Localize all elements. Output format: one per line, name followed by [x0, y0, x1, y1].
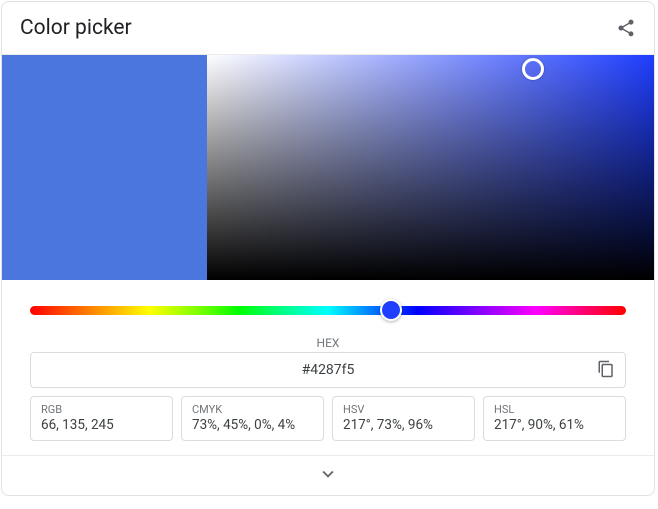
- hsl-label: HSL: [494, 403, 615, 416]
- hsl-input[interactable]: HSL 217°, 90%, 61%: [483, 396, 626, 441]
- hsv-input[interactable]: HSV 217°, 73%, 96%: [332, 396, 475, 441]
- sv-cursor[interactable]: [522, 58, 544, 80]
- picker-area: [2, 55, 654, 280]
- share-icon[interactable]: [616, 18, 636, 38]
- hue-track: [30, 306, 626, 315]
- cmyk-input[interactable]: CMYK 73%, 45%, 0%, 4%: [181, 396, 324, 441]
- black-gradient: [207, 55, 654, 280]
- hex-row: HEX #4287f5: [30, 336, 626, 388]
- header: Color picker: [2, 2, 654, 55]
- hex-label: HEX: [30, 336, 626, 350]
- rgb-value: 66, 135, 245: [41, 417, 162, 433]
- hsv-value: 217°, 73%, 96%: [343, 417, 464, 433]
- cmyk-value: 73%, 45%, 0%, 4%: [192, 417, 313, 433]
- color-picker-card: Color picker HEX #4287f5: [1, 1, 655, 496]
- hex-input[interactable]: #4287f5: [30, 352, 626, 388]
- hex-value: #4287f5: [302, 362, 355, 378]
- hsl-value: 217°, 90%, 61%: [494, 417, 615, 433]
- chevron-down-icon: [317, 463, 339, 489]
- controls: HEX #4287f5 RGB 66, 135, 245 CMYK 73%, 4…: [2, 280, 654, 455]
- formats-row: RGB 66, 135, 245 CMYK 73%, 45%, 0%, 4% H…: [30, 396, 626, 455]
- rgb-label: RGB: [41, 403, 162, 416]
- color-swatch: [2, 55, 207, 280]
- page-title: Color picker: [20, 16, 132, 40]
- expand-button[interactable]: [2, 455, 654, 495]
- hue-slider[interactable]: [30, 298, 626, 322]
- cmyk-label: CMYK: [192, 403, 313, 416]
- hsv-label: HSV: [343, 403, 464, 416]
- rgb-input[interactable]: RGB 66, 135, 245: [30, 396, 173, 441]
- hue-thumb[interactable]: [380, 299, 402, 321]
- copy-icon[interactable]: [597, 360, 617, 380]
- saturation-value-panel[interactable]: [207, 55, 654, 280]
